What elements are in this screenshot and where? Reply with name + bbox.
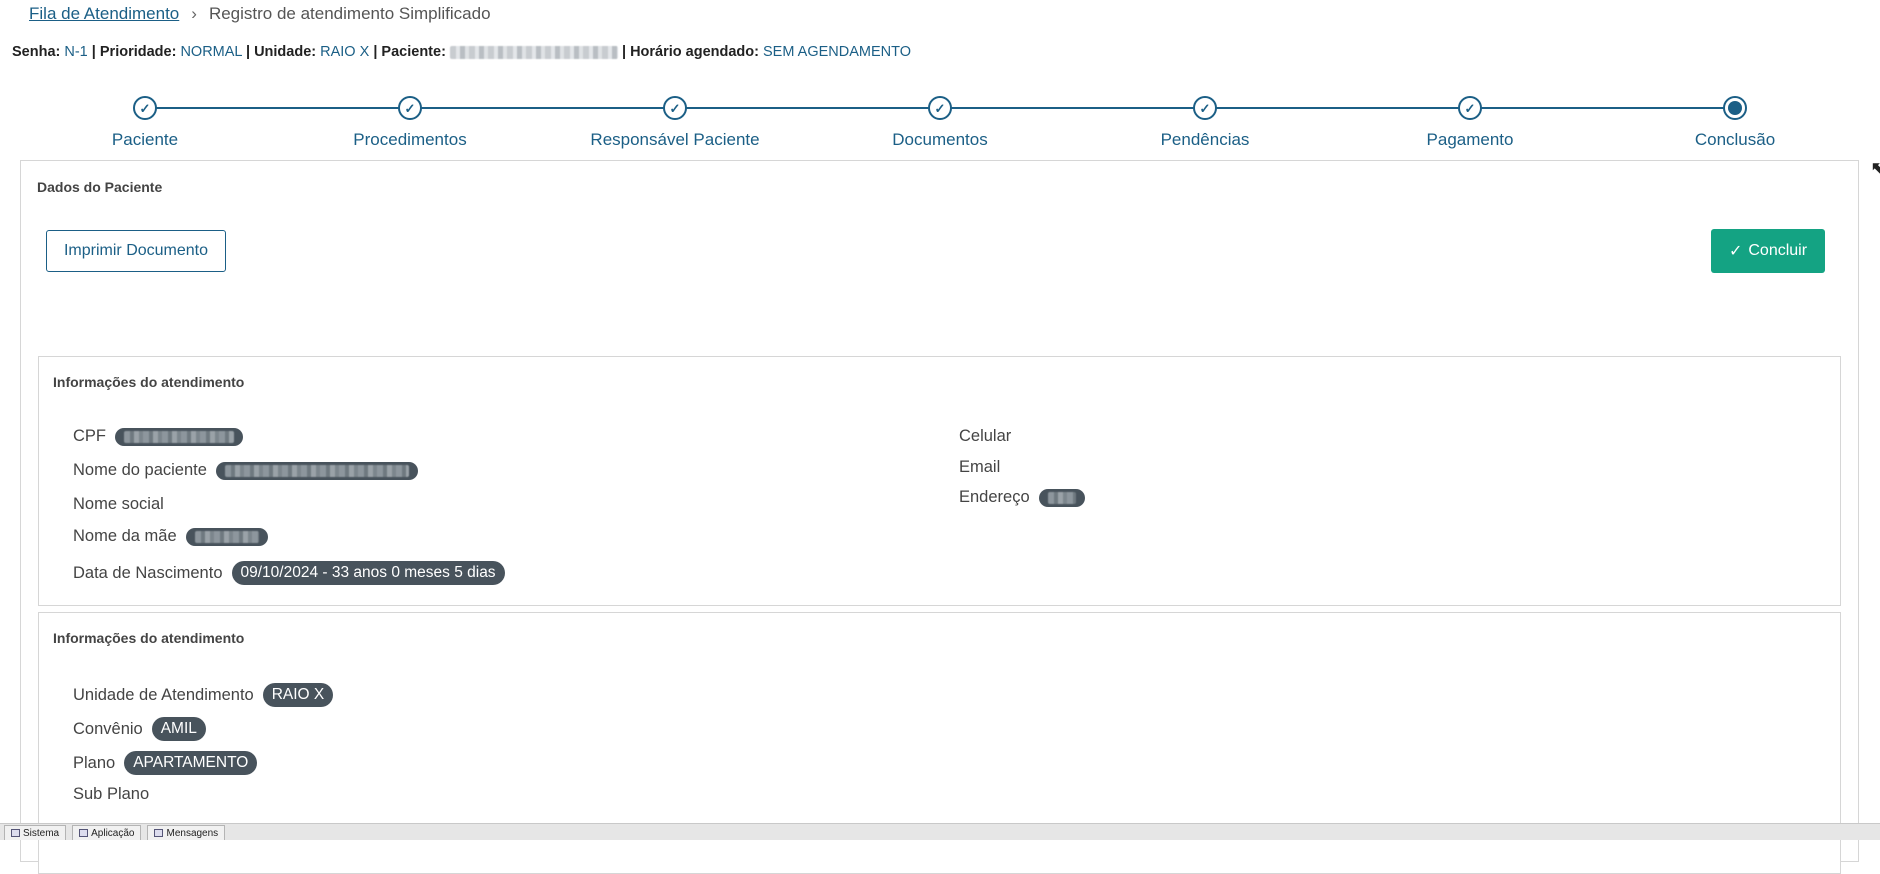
- taskbar-item-label: Mensagens: [166, 827, 219, 839]
- insurance-label: Convênio: [73, 719, 143, 738]
- patient-name-label: Nome do paciente: [73, 461, 207, 479]
- cpf-label: CPF: [73, 427, 106, 445]
- breadcrumb-link-fila[interactable]: Fila de Atendimento: [29, 4, 179, 24]
- panel-title: Dados do Paciente: [37, 179, 163, 195]
- email-label: Email: [959, 458, 1001, 476]
- section-title: Informações do atendimento: [53, 630, 245, 646]
- subplan-field: Sub Plano: [73, 785, 149, 804]
- unit-label: Unidade de Atendimento: [73, 685, 254, 704]
- taskbar-item-label: Sistema: [23, 827, 60, 839]
- senha-label: Senha:: [12, 44, 61, 60]
- step-label: Conclusão: [1694, 130, 1776, 149]
- social-name-label: Nome social: [73, 495, 164, 513]
- unidade-value: RAIO X: [320, 44, 370, 60]
- paciente-label: Paciente:: [381, 44, 446, 60]
- unidade-label: Unidade:: [254, 44, 317, 60]
- birthdate-field: Data de Nascimento 09/10/2024 - 33 anos …: [73, 561, 505, 585]
- plan-field: Plano APARTAMENTO: [73, 751, 258, 775]
- email-field: Email: [959, 458, 1000, 477]
- address-value: [1038, 488, 1085, 507]
- print-document-button[interactable]: Imprimir Documento: [46, 230, 226, 272]
- cellphone-field: Celular: [959, 427, 1011, 446]
- taskbar-item-sistema[interactable]: Sistema: [4, 825, 67, 840]
- check-icon: ✓: [1193, 96, 1217, 120]
- unit-field: Unidade de Atendimento RAIO X: [73, 683, 334, 707]
- insurance-field: Convênio AMIL: [73, 717, 206, 741]
- check-icon: ✓: [663, 96, 687, 120]
- birthdate-label: Data de Nascimento: [73, 563, 223, 582]
- step-label: Pagamento: [1426, 130, 1514, 149]
- plan-value: APARTAMENTO: [124, 751, 258, 775]
- paciente-redacted: [449, 45, 618, 59]
- separator: |: [373, 44, 378, 60]
- birthdate-value: 09/10/2024 - 33 anos 0 meses 5 dias: [231, 561, 505, 585]
- plan-label: Plano: [73, 753, 116, 772]
- attendance-info-line: Senha: N-1 | Prioridade: NORMAL | Unidad…: [12, 44, 911, 60]
- taskbar-item-mensagens[interactable]: Mensagens: [147, 825, 226, 840]
- section-title: Informações do atendimento: [53, 374, 245, 390]
- taskbar-item-label: Aplicação: [91, 827, 135, 839]
- cpf-value: [115, 427, 243, 446]
- separator: |: [621, 44, 627, 60]
- check-icon: ✓: [1458, 96, 1482, 120]
- conclude-button-label: Concluir: [1748, 242, 1808, 259]
- separator: |: [91, 44, 96, 60]
- patient-data-panel: Dados do Paciente Imprimir Documento ✓ C…: [20, 160, 1859, 874]
- check-icon: ✓: [928, 96, 952, 120]
- address-label: Endereço: [959, 488, 1030, 506]
- step-label: Pendências: [1160, 130, 1250, 149]
- address-field: Endereço: [959, 488, 1085, 507]
- senha-value: N-1: [64, 44, 88, 60]
- progress-stepper: ✓ Paciente ✓ Procedimentos ✓ Responsável…: [112, 96, 1775, 156]
- separator: |: [245, 44, 251, 60]
- social-name-field: Nome social: [73, 495, 164, 514]
- check-icon: ✓: [133, 96, 157, 120]
- check-icon: ✓: [398, 96, 422, 120]
- window-icon: [154, 829, 164, 837]
- mother-name-label: Nome da mãe: [73, 527, 177, 545]
- check-icon: ✓: [1728, 243, 1743, 260]
- mouse-cursor-icon: ⬉: [1870, 158, 1880, 180]
- patient-info-section: Informações do atendimento CPF Nome do p…: [38, 356, 1841, 606]
- breadcrumb-current: Registro de atendimento Simplificado: [208, 4, 491, 23]
- unit-value: RAIO X: [262, 683, 334, 707]
- mother-name-field: Nome da mãe: [73, 527, 268, 546]
- insurance-value: AMIL: [151, 717, 206, 741]
- taskbar: Sistema Aplicação Mensagens: [0, 823, 1880, 840]
- patient-name-value: [215, 461, 418, 480]
- step-label: Documentos: [892, 130, 988, 149]
- horario-value: SEM AGENDAMENTO: [763, 44, 911, 60]
- step-label: Responsável Paciente: [590, 130, 760, 149]
- current-step-dot-icon: [1723, 96, 1747, 120]
- patient-name-field: Nome do paciente: [73, 461, 418, 480]
- prioridade-value: NORMAL: [180, 44, 242, 60]
- window-icon: [11, 829, 20, 837]
- taskbar-item-aplicacao[interactable]: Aplicação: [72, 825, 142, 840]
- step-label: Paciente: [111, 130, 179, 149]
- step-label: Procedimentos: [353, 130, 467, 149]
- cellphone-label: Celular: [959, 427, 1012, 445]
- breadcrumb: Fila de Atendimento › Registro de atendi…: [29, 4, 491, 24]
- chevron-right-icon: ›: [191, 4, 197, 23]
- cpf-field: CPF: [73, 427, 243, 446]
- mother-name-value: [185, 527, 268, 546]
- window-icon: [79, 829, 89, 837]
- horario-label: Horário agendado:: [630, 44, 759, 60]
- prioridade-label: Prioridade:: [99, 44, 177, 60]
- conclude-button[interactable]: ✓ Concluir: [1711, 229, 1825, 273]
- subplan-label: Sub Plano: [73, 785, 150, 803]
